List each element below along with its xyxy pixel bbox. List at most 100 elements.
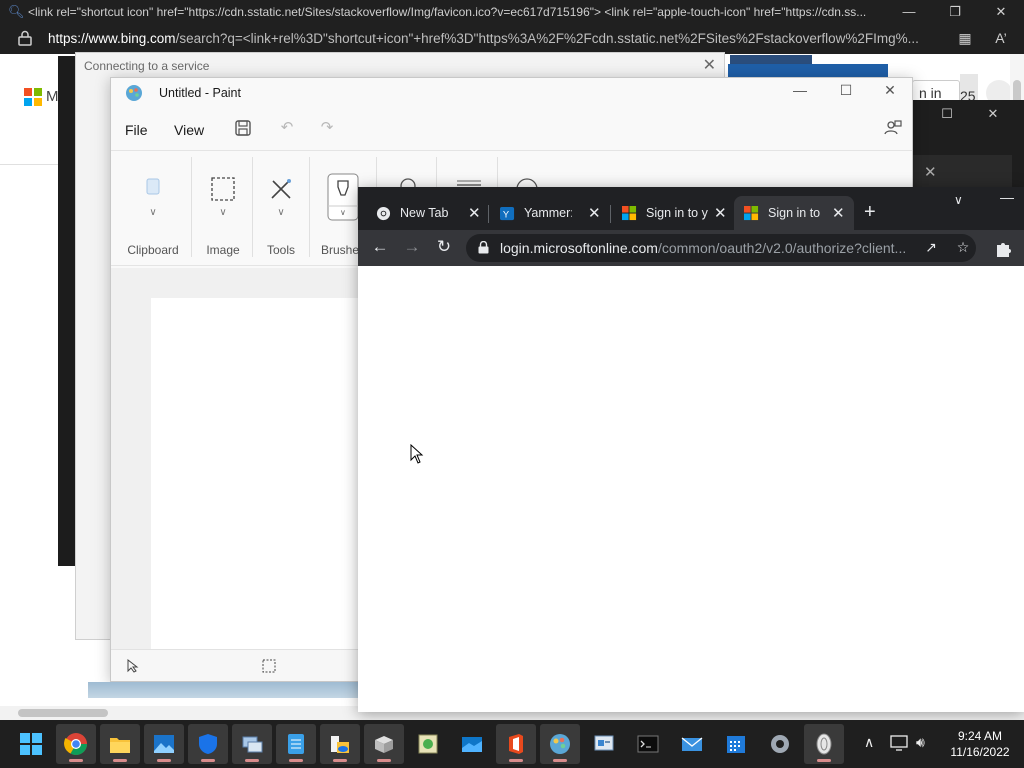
mouse-cursor-icon	[410, 444, 424, 464]
taskbar-paint[interactable]	[540, 724, 580, 764]
image-group[interactable]: ∨ Image	[193, 151, 253, 267]
divider	[488, 205, 489, 223]
notepad-icon	[288, 734, 304, 754]
paint-icon	[550, 734, 570, 754]
dialog-title: Connecting to a service	[84, 59, 210, 73]
chrome-url[interactable]: login.microsoftonline.com/common/oauth2/…	[500, 240, 914, 256]
close-tab-icon[interactable]: ✕	[832, 204, 845, 222]
mail-icon	[681, 737, 703, 751]
chrome-page-content[interactable]	[358, 266, 1024, 712]
selection-size-icon	[262, 659, 276, 673]
paint-titlebar[interactable]: Untitled - Paint — ☐ ✕	[111, 78, 912, 108]
close-tab-icon[interactable]: ✕	[714, 204, 727, 222]
save-icon[interactable]	[233, 118, 253, 138]
edge-url-path: /search?q=<link+rel%3D"shortcut+icon"+hr…	[175, 31, 919, 46]
taskbar-control-panel[interactable]	[584, 724, 624, 764]
forward-button[interactable]: →	[401, 237, 423, 259]
edge-titlebar[interactable]: 🔍︎ <link rel="shortcut icon" href="https…	[0, 0, 1024, 24]
microsoft-icon	[622, 206, 637, 221]
close-tab-icon[interactable]: ✕	[468, 204, 481, 222]
grid-apps-icon[interactable]: ▦	[956, 30, 974, 48]
taskbar-terminal[interactable]	[628, 724, 668, 764]
photos-icon	[154, 735, 174, 753]
extensions-puzzle-icon[interactable]	[994, 239, 1014, 259]
tab-sign-in-1[interactable]: Sign in to y ✕	[612, 196, 732, 230]
taskbar-ftp[interactable]	[408, 724, 448, 764]
tab-label: Sign in to y	[646, 206, 708, 220]
close-tab-icon[interactable]: ✕	[588, 204, 601, 222]
back-button[interactable]: ←	[369, 237, 391, 259]
running-indicator	[201, 759, 215, 762]
taskbar-office[interactable]	[496, 724, 536, 764]
running-indicator	[553, 759, 567, 762]
omnibox[interactable]: login.microsoftonline.com/common/oauth2/…	[466, 234, 976, 262]
taskbar-mail[interactable]	[672, 724, 712, 764]
ftp-icon	[418, 734, 438, 754]
view-menu[interactable]: View	[174, 122, 204, 138]
read-aloud-icon[interactable]: A’	[992, 30, 1010, 48]
bookmark-star-icon[interactable]: ☆	[954, 239, 972, 257]
taskbar-chrome[interactable]	[56, 724, 96, 764]
taskbar-remote-desktop[interactable]	[232, 724, 272, 764]
minimize-icon[interactable]: —	[1000, 189, 1014, 205]
share-icon[interactable]: ↗	[922, 239, 940, 257]
clipboard-group[interactable]: ∨ Clipboard	[119, 151, 187, 267]
edge-maximize-button[interactable]: ❐	[932, 0, 978, 24]
taskbar-file-explorer[interactable]	[100, 724, 140, 764]
yammer-icon: Y	[500, 206, 515, 221]
volume-icon[interactable]: 🔊︎	[916, 734, 925, 751]
paint-menubar: File View ↶ ↷	[111, 110, 912, 148]
office-icon	[509, 734, 523, 754]
defender-icon	[199, 734, 217, 754]
package-icon	[375, 736, 393, 753]
tab-yammer[interactable]: Y Yammer: W ✕	[490, 196, 608, 230]
minimize-icon[interactable]: —	[777, 82, 823, 98]
taskbar-notepad[interactable]	[276, 724, 316, 764]
tab-new-tab[interactable]: New Tab ✕	[366, 196, 486, 230]
taskbar: ∧ 🔊︎ 9:24 AM 11/16/2022	[0, 720, 1024, 768]
network-icon[interactable]	[890, 734, 910, 752]
edge-close-button[interactable]: ✕	[978, 0, 1024, 24]
taskbar-package[interactable]	[364, 724, 404, 764]
taskbar-photos[interactable]	[144, 724, 184, 764]
calendar-icon	[727, 736, 745, 753]
file-menu[interactable]: File	[125, 122, 148, 138]
taskbar-mail-landscape[interactable]	[452, 724, 492, 764]
maximize-icon[interactable]: ☐	[823, 82, 869, 99]
system-clock[interactable]: 9:24 AM 11/16/2022	[944, 728, 1016, 760]
start-windows-icon[interactable]	[20, 733, 42, 755]
share-people-icon[interactable]	[883, 118, 903, 138]
remote-desktop-icon	[242, 736, 263, 753]
taskbar-settings[interactable]	[760, 724, 800, 764]
edge-address-bar[interactable]: https://www.bing.com/search?q=<link+rel%…	[0, 24, 1024, 54]
redo-icon[interactable]: ↷	[317, 118, 337, 138]
microsoft-icon	[744, 206, 759, 221]
tab-search-icon[interactable]: ∨	[954, 193, 963, 207]
tools-group[interactable]: ∨ Tools	[254, 151, 308, 267]
scrollbar-thumb[interactable]	[18, 709, 108, 717]
drawing-canvas[interactable]	[151, 298, 371, 650]
tab-sign-in-active[interactable]: Sign in to ✕	[734, 196, 854, 230]
undo-icon[interactable]: ↶	[277, 118, 297, 138]
maximize-icon[interactable]: ☐	[932, 106, 962, 122]
taskbar-defender[interactable]	[188, 724, 228, 764]
dialog-close-button[interactable]: ✕	[703, 55, 716, 75]
tab-label: Yammer: W	[524, 206, 572, 220]
close-icon[interactable]: ✕	[867, 82, 913, 99]
new-tab-button[interactable]: +	[864, 201, 876, 224]
show-hidden-icons-chevron-icon[interactable]: ∧	[864, 734, 874, 751]
close-icon[interactable]: ✕	[978, 106, 1008, 122]
clipboard-icon	[146, 178, 160, 195]
lock-icon	[18, 30, 32, 46]
taskbar-media[interactable]	[804, 724, 844, 764]
taskbar-calendar[interactable]	[716, 724, 756, 764]
tools-label: Tools	[266, 243, 295, 257]
edge-minimize-button[interactable]: —	[886, 0, 932, 24]
running-indicator	[69, 759, 83, 762]
edge-url[interactable]: https://www.bing.com/search?q=<link+rel%…	[48, 31, 948, 46]
taskbar-onedrive-folder[interactable]	[320, 724, 360, 764]
close-icon[interactable]: ✕	[924, 163, 937, 181]
onedrive-folder-icon	[331, 736, 349, 753]
chevron-down-icon: ∨	[149, 207, 157, 218]
reload-button[interactable]: ↻	[433, 237, 455, 259]
